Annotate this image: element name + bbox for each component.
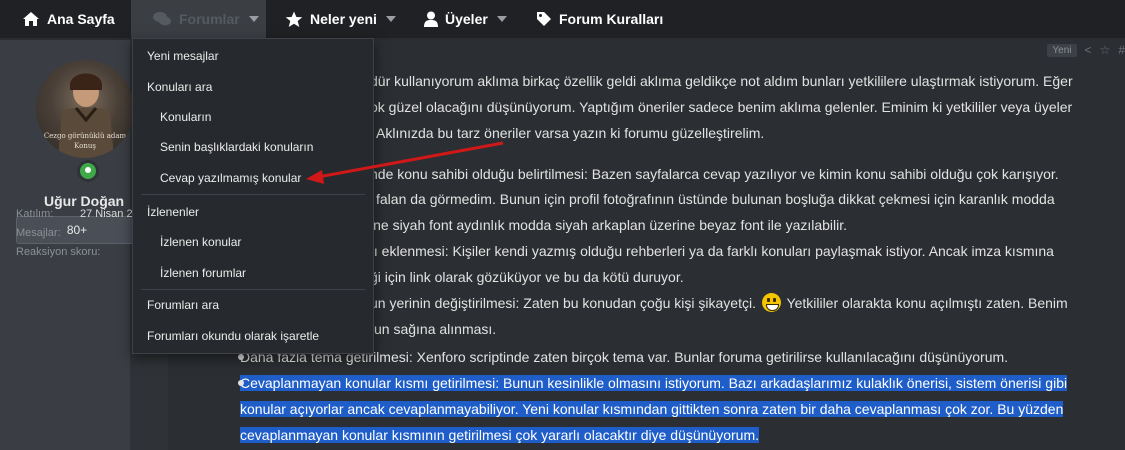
grinning-emoji-icon bbox=[761, 293, 781, 312]
nav-members-label: Üyeler bbox=[445, 11, 488, 27]
menu-new-posts[interactable]: Yeni mesajlar bbox=[133, 41, 373, 71]
menu-search-threads[interactable]: Konuları ara bbox=[133, 72, 373, 102]
new-badge: Yeni bbox=[1047, 43, 1077, 57]
item1-line-2: falan da görmedim. Bunun için profil fot… bbox=[376, 191, 1055, 207]
bullet-unanswered-2: konular açıyorlar ancak cevaplanmayabili… bbox=[240, 396, 1064, 422]
nav-whats-new-label: Neler yeni bbox=[310, 11, 377, 27]
avatar[interactable]: Cezgo görünüklü adam Konuş bbox=[36, 60, 134, 158]
menu-watched-forums[interactable]: İzlenen forumlar bbox=[133, 258, 373, 288]
user-icon bbox=[424, 11, 438, 27]
intro-line-2: ok güzel olacağını düşünüyorum. Yaptığım… bbox=[370, 99, 1073, 115]
avatar-caption-1: Cezgo görünüklü adam bbox=[43, 132, 127, 140]
item2-line-1: tı eklenmesi: Kişiler kendi yazmış olduğ… bbox=[370, 243, 1054, 259]
nav-forums[interactable]: Forumlar bbox=[152, 0, 259, 38]
item3-line-1: un yerinin değiştirilmesi: Zaten bu konu… bbox=[370, 290, 1068, 316]
nav-forum-rules-label: Forum Kuralları bbox=[559, 11, 664, 27]
menu-watched[interactable]: İzlenenler bbox=[133, 197, 373, 227]
intro-line-3: Aklınızda bu tarz öneriler varsa yazın k… bbox=[376, 125, 765, 141]
share-icon[interactable]: < bbox=[1085, 43, 1092, 57]
item2-line-2: ği için link olarak gözüküyor ve bu da k… bbox=[370, 269, 684, 285]
menu-threads-in-your-posts[interactable]: Senin başlıklardaki konuların bbox=[133, 132, 373, 162]
star-icon bbox=[285, 11, 303, 27]
avatar-caption-2: Konuş bbox=[74, 142, 96, 150]
chevron-down-icon[interactable] bbox=[385, 16, 396, 22]
nav-home[interactable]: Ana Sayfa bbox=[22, 0, 115, 38]
joined-value: 27 Nisan 2 bbox=[80, 208, 133, 220]
bullet-unanswered-3: cevaplanmayan konular kısmının getirilme… bbox=[240, 422, 760, 448]
tag-icon bbox=[537, 12, 551, 26]
joined-label: Katılım: bbox=[16, 208, 54, 220]
menu-mark-forums-read[interactable]: Forumları okundu olarak işaretle bbox=[133, 321, 373, 351]
bullet-unanswered-1: Cevaplanmayan konular kısmı getirilmesi:… bbox=[237, 370, 1068, 396]
comments-icon bbox=[153, 12, 171, 26]
highlighted-text-2: konular açıyorlar ancak cevaplanmayabili… bbox=[240, 401, 1064, 417]
item1-line-3: ine siyah font aydınlık modda siyah arka… bbox=[370, 217, 848, 233]
chevron-down-icon[interactable] bbox=[496, 16, 507, 22]
nav-members[interactable]: Üyeler bbox=[424, 0, 507, 38]
highlighted-text-1: Cevaplanmayan konular kısmı getirilmesi:… bbox=[240, 375, 1068, 391]
item3-line-1-b: Yetkililer olaraktа konu açılmıştı zaten… bbox=[786, 295, 1068, 311]
item1-line-1: nde konu sahibi olduğu belirtilmesi: Baz… bbox=[370, 166, 1059, 182]
item3-line-1-a: un yerinin değiştirilmesi: Zaten bu konu… bbox=[370, 295, 756, 311]
menu-unanswered-threads[interactable]: Cevap yazılmamış konular bbox=[133, 163, 373, 193]
highlighted-text-3: cevaplanmayan konular kısmının getirilme… bbox=[240, 427, 760, 443]
item3-line-2: un sağına alınması. bbox=[374, 321, 497, 337]
online-status-icon bbox=[77, 160, 99, 182]
menu-divider bbox=[141, 194, 365, 195]
home-icon bbox=[23, 12, 39, 26]
messages-label: Mesajlar: bbox=[16, 227, 61, 239]
post-number[interactable]: # bbox=[1118, 43, 1125, 57]
username[interactable]: Uğur Doğan bbox=[44, 193, 124, 209]
nav-forum-rules[interactable]: Forum Kuralları bbox=[536, 0, 663, 38]
nav-whats-new[interactable]: Neler yeni bbox=[285, 0, 396, 38]
bookmark-icon[interactable]: ☆ bbox=[1100, 43, 1111, 57]
menu-watched-threads[interactable]: İzlenen konular bbox=[133, 227, 373, 257]
nav-forums-label: Forumlar bbox=[179, 11, 240, 27]
chevron-down-icon[interactable] bbox=[248, 16, 259, 22]
reaction-label: Reaksiyon skoru: bbox=[16, 246, 101, 258]
menu-search-forums[interactable]: Forumları ara bbox=[133, 290, 373, 320]
nav-home-label: Ana Sayfa bbox=[47, 11, 115, 27]
menu-your-threads[interactable]: Konuların bbox=[133, 102, 373, 132]
intro-line-1: dür kullanıyorum aklıma birkaç özellik g… bbox=[370, 73, 1073, 89]
user-panel: Cezgo görünüklü adam Konuş Uğur Doğan 80… bbox=[0, 40, 138, 450]
forums-dropdown-menu: Yeni mesajlar Konuları ara Konuların Sen… bbox=[132, 38, 374, 354]
top-navigation: Ana Sayfa Forumlar Neler yeni Üyeler For… bbox=[0, 0, 1125, 40]
post-toolbar: Yeni < ☆ # bbox=[1047, 40, 1125, 60]
